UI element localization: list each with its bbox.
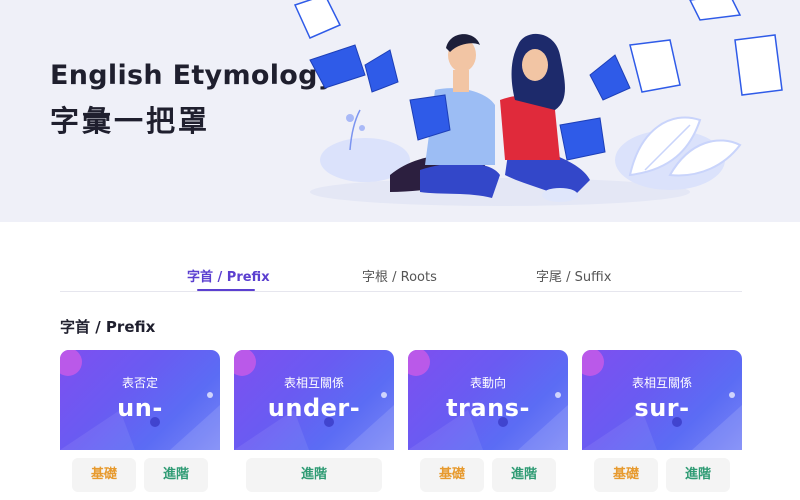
- card-word: trans-: [446, 394, 530, 422]
- reading-illustration-icon: [293, 0, 783, 206]
- basic-button[interactable]: 基礎: [420, 458, 484, 492]
- hero-banner: English Etymology 字彙一把罩: [0, 0, 800, 222]
- card-meaning: 表相互關係: [283, 376, 344, 390]
- prefix-card[interactable]: 表否定 un- 基礎 進階: [60, 350, 220, 500]
- card-word: under-: [267, 394, 361, 422]
- advanced-button[interactable]: 進階: [492, 458, 556, 492]
- card-header: 表相互關係 sur-: [582, 350, 742, 450]
- section-title: 字首 / Prefix: [60, 318, 156, 336]
- advanced-button[interactable]: 進階: [144, 458, 208, 492]
- tab-prefix[interactable]: 字首 / Prefix: [187, 266, 270, 285]
- category-tabs: 字首 / Prefix 字根 / Roots 字尾 / Suffix: [60, 262, 742, 292]
- prefix-card[interactable]: 表相互關係 sur- 基礎 進階: [582, 350, 742, 500]
- card-header: 表否定 un-: [60, 350, 220, 450]
- card-meaning: 表相互關係: [631, 376, 692, 390]
- card-actions: 基礎 進階: [582, 450, 742, 500]
- card-actions: 基礎 進階: [60, 450, 220, 500]
- advanced-button[interactable]: 進階: [246, 458, 382, 492]
- advanced-button[interactable]: 進階: [666, 458, 730, 492]
- active-tab-indicator: [197, 289, 255, 291]
- card-meaning: 表否定: [121, 376, 158, 390]
- card-actions: 基礎 進階: [408, 450, 568, 500]
- card-meaning: 表動向: [469, 376, 506, 390]
- card-actions: 進階: [234, 450, 394, 500]
- card-word: sur-: [634, 394, 690, 422]
- basic-button[interactable]: 基礎: [72, 458, 136, 492]
- hero-subtitle: 字彙一把罩: [50, 104, 211, 138]
- tab-suffix[interactable]: 字尾 / Suffix: [536, 266, 611, 285]
- card-header: 表相互關係 under-: [234, 350, 394, 450]
- card-header: 表動向 trans-: [408, 350, 568, 450]
- card-word: un-: [117, 394, 163, 422]
- prefix-card[interactable]: 表動向 trans- 基礎 進階: [408, 350, 568, 500]
- tab-roots[interactable]: 字根 / Roots: [362, 266, 437, 285]
- basic-button[interactable]: 基礎: [594, 458, 658, 492]
- prefix-card[interactable]: 表相互關係 under- 進階: [234, 350, 394, 500]
